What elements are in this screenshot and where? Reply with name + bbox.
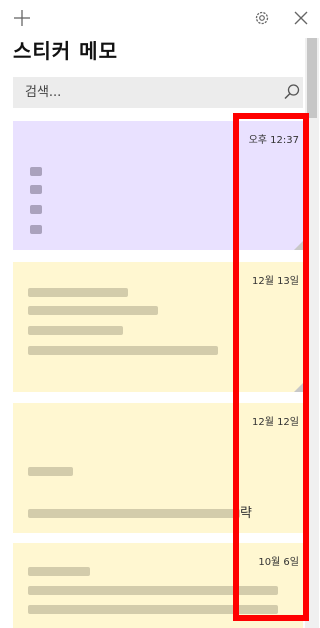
- page-title: 스티커 메모: [13, 39, 118, 63]
- note-fold: [294, 241, 303, 250]
- plus-icon: [14, 10, 30, 26]
- note-date: 10월 6일: [258, 557, 299, 568]
- note-card[interactable]: 12월 13일: [13, 262, 303, 392]
- search-input[interactable]: [13, 77, 275, 108]
- note-card[interactable]: 12월 12일 략: [13, 403, 303, 533]
- note-card[interactable]: 10월 6일: [13, 543, 303, 628]
- note-card[interactable]: 오후 12:37: [13, 121, 303, 250]
- gear-icon: [255, 11, 269, 25]
- note-date: 12월 13일: [251, 276, 299, 287]
- search-box[interactable]: [13, 77, 303, 108]
- settings-button[interactable]: [244, 0, 280, 36]
- note-text-tail: 략: [240, 506, 252, 521]
- search-icon[interactable]: [283, 83, 301, 101]
- scrollbar-thumb[interactable]: [307, 38, 317, 118]
- close-button[interactable]: [283, 0, 319, 36]
- title-bar: [0, 0, 319, 36]
- note-date: 12월 12일: [251, 417, 299, 428]
- note-fold: [294, 383, 303, 392]
- close-icon: [294, 11, 308, 25]
- note-date: 오후 12:37: [248, 135, 299, 146]
- add-note-button[interactable]: [4, 0, 40, 36]
- scrollbar[interactable]: [305, 38, 319, 628]
